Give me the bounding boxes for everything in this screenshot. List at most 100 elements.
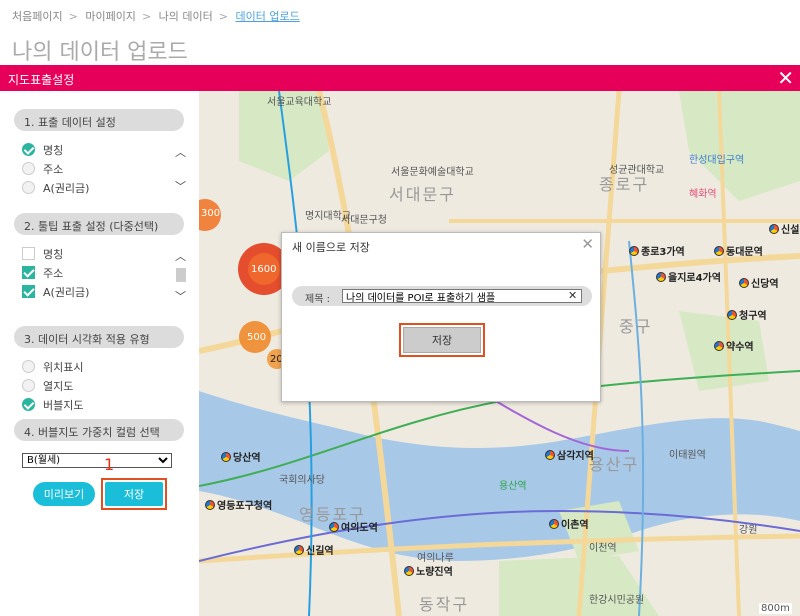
weight-column-select[interactable]: B(월세)	[22, 453, 172, 468]
station-label[interactable]: 노량진역	[404, 563, 453, 578]
station-label[interactable]: 동대문역	[714, 243, 763, 258]
place-label: 여의나루	[417, 553, 454, 564]
place-label: 국회의사당	[279, 475, 325, 486]
clear-icon[interactable]: ✕	[568, 289, 577, 302]
option-location[interactable]: 위치표시	[22, 357, 177, 376]
option-label: 명칭	[43, 247, 64, 261]
radio-icon[interactable]	[22, 360, 35, 373]
close-icon[interactable]: ✕	[581, 235, 594, 253]
place-label: 서대문구청	[341, 215, 387, 226]
modal-title: 지도표출설정	[8, 73, 75, 87]
bubble-label[interactable]: 500	[247, 332, 266, 343]
radio-icon[interactable]	[22, 181, 35, 194]
station-label[interactable]: 을지로4가역	[656, 269, 721, 284]
section-tooltip-header: 2. 툴팁 표출 설정 (다중선택)	[14, 213, 184, 235]
breadcrumb: 처음페이지 > 마이페이지 > 나의 데이터 > 데이터 업로드	[12, 8, 302, 24]
close-icon[interactable]: ✕	[777, 67, 794, 89]
scroll-thumb[interactable]	[176, 268, 186, 282]
station-label[interactable]: 삼각지역	[545, 447, 594, 462]
dialog-save-button[interactable]: 저장	[403, 327, 481, 353]
option-label: 주소	[43, 162, 64, 176]
option-label: 열지도	[43, 379, 74, 393]
title-input[interactable]	[342, 289, 582, 303]
option-name[interactable]: 명칭	[22, 140, 177, 159]
chevron-right-icon: >	[141, 10, 152, 23]
station-label[interactable]: 여의도역	[329, 519, 378, 534]
page-title: 나의 데이터 업로드	[12, 40, 188, 65]
tooltip-option-address[interactable]: 주소	[22, 263, 177, 282]
radio-icon[interactable]	[22, 379, 35, 392]
list-scrollbar[interactable]: ︿ ﹀	[175, 244, 187, 304]
tooltip-option-a[interactable]: A(권리금)	[22, 282, 177, 301]
station-label[interactable]: 영등포구청역	[205, 497, 272, 512]
title-field-label: 제목 :	[305, 294, 330, 305]
tooltip-option-name[interactable]: 명칭	[22, 244, 177, 263]
chevron-right-icon: >	[218, 10, 228, 23]
place-label: 한성대입구역	[689, 155, 745, 166]
section-visualization-header: 3. 데이터 시각화 적용 유형	[14, 326, 184, 348]
option-label: A(권리금)	[43, 181, 90, 195]
preview-button[interactable]: 미리보기	[33, 482, 95, 506]
option-heatmap[interactable]: 열지도	[22, 376, 177, 395]
bubble-label[interactable]: 300	[201, 208, 220, 219]
place-label: 한강시민공원	[589, 595, 645, 606]
station-label[interactable]: 이촌역	[549, 516, 589, 531]
step-marker: 1	[104, 455, 115, 474]
station-label[interactable]: 당산역	[221, 449, 261, 464]
option-label: 주소	[43, 266, 64, 280]
breadcrumb-home[interactable]: 처음페이지	[12, 10, 63, 23]
place-label: 성균관대학교	[609, 165, 665, 176]
place-label: 이천역	[589, 543, 617, 554]
checkbox-icon[interactable]	[22, 247, 35, 260]
display-data-options: 명칭 주소 A(권리금) ︿ ﹀	[22, 140, 186, 197]
station-label[interactable]: 신당역	[739, 275, 779, 290]
place-label: 이태원역	[669, 450, 706, 461]
dialog-title: 새 이름으로 저장	[292, 241, 370, 254]
save-button-highlight: 저장	[101, 478, 167, 510]
district-label: 중구	[619, 317, 653, 336]
breadcrumb-mypage[interactable]: 마이페이지	[85, 10, 136, 23]
chevron-down-icon[interactable]: ﹀	[175, 288, 186, 304]
place-label: 서울문화예술대학교	[391, 167, 474, 178]
station-label[interactable]: 종로3가역	[629, 243, 685, 258]
station-label[interactable]: 신설	[769, 221, 799, 236]
checkbox-checked-icon[interactable]	[22, 266, 35, 279]
radio-icon[interactable]	[22, 162, 35, 175]
section-weight-header: 4. 버블지도 가중치 컬럼 선택	[14, 419, 184, 441]
chevron-up-icon[interactable]: ︿	[175, 144, 186, 160]
option-address[interactable]: 주소	[22, 159, 177, 178]
option-label: 위치표시	[43, 360, 84, 374]
radio-checked-icon[interactable]	[22, 143, 35, 156]
modal-title-bar: 지도표출설정 ✕	[0, 65, 800, 91]
station-label[interactable]: 청구역	[727, 307, 767, 322]
checkbox-checked-icon[interactable]	[22, 285, 35, 298]
option-a[interactable]: A(권리금)	[22, 178, 177, 197]
district-label: 동작구	[419, 595, 470, 614]
chevron-up-icon[interactable]: ︿	[175, 248, 186, 264]
place-label: 강원	[739, 525, 758, 536]
title-field-row: 제목 : ✕	[292, 286, 592, 306]
save-as-dialog: 새 이름으로 저장 ✕ 제목 : ✕ 저장	[281, 232, 601, 402]
breadcrumb-upload[interactable]: 데이터 업로드	[235, 10, 299, 23]
place-label: 혜화역	[689, 189, 717, 200]
option-label: 명칭	[43, 143, 64, 157]
station-label[interactable]: 신길역	[294, 542, 334, 557]
bubble-label[interactable]: 1600	[251, 264, 276, 275]
chevron-down-icon[interactable]: ﹀	[175, 178, 186, 194]
dialog-save-button-highlight: 저장	[399, 323, 485, 357]
map-scale: 800m	[759, 603, 792, 614]
tooltip-options: 명칭 주소 A(권리금) ︿ ﹀	[22, 244, 186, 303]
radio-checked-icon[interactable]	[22, 398, 35, 411]
settings-sidebar: 1. 표출 데이터 설정 명칭 주소 A(권리금) ︿ ﹀ 2. 툴팁 표출 설…	[0, 91, 198, 616]
district-label: 서대문구	[389, 185, 456, 204]
save-button[interactable]: 저장	[105, 482, 163, 506]
section-display-data-header: 1. 표출 데이터 설정	[14, 109, 184, 131]
station-label[interactable]: 약수역	[714, 338, 754, 353]
district-label: 용산구	[589, 455, 640, 474]
chevron-right-icon: >	[68, 10, 78, 23]
breadcrumb-mydata[interactable]: 나의 데이터	[159, 10, 213, 23]
visualization-options: 위치표시 열지도 버블지도	[22, 357, 177, 414]
list-scrollbar[interactable]: ︿ ﹀	[175, 140, 187, 197]
place-label: 용산역	[499, 481, 527, 492]
option-bubble[interactable]: 버블지도	[22, 395, 177, 414]
